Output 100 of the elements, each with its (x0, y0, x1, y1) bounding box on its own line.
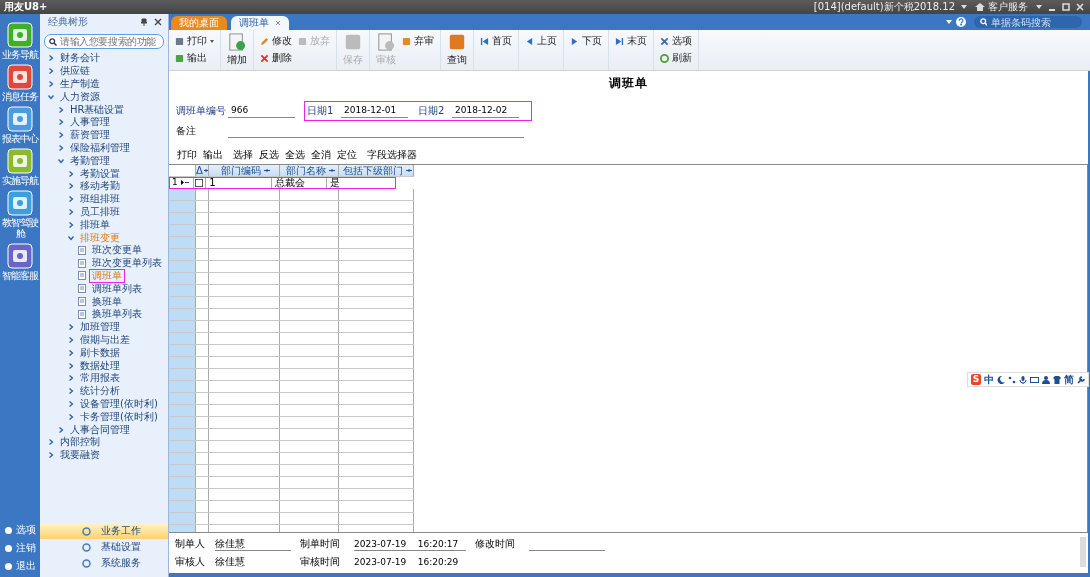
tree-item[interactable]: 换班单 (90, 295, 124, 308)
tree-item[interactable]: 保险福利管理 (68, 141, 132, 154)
toolbar-button[interactable]: 修改 (258, 34, 294, 48)
chevron-right-icon[interactable] (68, 413, 74, 420)
close-icon[interactable] (154, 18, 162, 26)
tree-item[interactable]: 考勤设置 (78, 167, 122, 180)
tree-item[interactable]: 生产制造 (58, 78, 102, 90)
chevron-right-icon[interactable] (48, 68, 54, 75)
toolbar-button[interactable]: 输出 (173, 51, 216, 65)
tree-item[interactable]: 班次变更单列表 (90, 257, 164, 270)
wrench-icon[interactable] (1077, 375, 1085, 384)
tree-item[interactable]: 数据处理 (78, 359, 122, 372)
tree-item[interactable]: 内部控制 (58, 436, 102, 449)
tree-item[interactable]: 常用报表 (78, 372, 122, 385)
chevron-down-icon[interactable] (48, 93, 54, 100)
chevron-right-icon[interactable] (48, 81, 54, 87)
grid-toolbar-button[interactable]: 打印 (174, 148, 200, 162)
moon-icon[interactable] (997, 375, 1005, 384)
grid-toolbar-button[interactable]: 选择 (230, 148, 256, 162)
chevron-right-icon[interactable] (68, 362, 74, 369)
chevron-right-icon[interactable] (48, 452, 54, 459)
chevron-right-icon[interactable] (58, 106, 64, 113)
chevron-right-icon[interactable] (48, 439, 54, 446)
toolbar-button[interactable]: 末页 (613, 34, 649, 48)
help-icon[interactable] (956, 17, 966, 27)
column-header[interactable]: 包括下级部门 (339, 165, 414, 177)
chevron-right-icon[interactable] (68, 336, 74, 343)
ime-logo[interactable]: S (971, 374, 981, 385)
grid-toolbar-button[interactable]: 反选 (256, 148, 282, 162)
keyboard-icon[interactable] (1030, 375, 1039, 384)
toolbar-button[interactable]: 查询 (445, 32, 469, 68)
tree-item[interactable]: 卡务管理(依时利) (78, 410, 160, 423)
nav-label[interactable]: 实施导航 (0, 175, 40, 186)
nav-label[interactable]: 智能客服 (0, 270, 40, 281)
chevron-down-icon[interactable] (68, 234, 74, 241)
tree-item[interactable]: 班组排班 (78, 193, 122, 206)
tree-item[interactable]: 我要融资 (58, 449, 102, 462)
chevron-right-icon[interactable] (68, 221, 74, 228)
chevron-right-icon[interactable] (68, 183, 74, 190)
section-tab[interactable]: 基础设置 (40, 539, 168, 555)
tree-item[interactable]: 排班单 (78, 218, 112, 231)
toolbar-button[interactable]: 上页 (523, 34, 559, 48)
input-mode-button[interactable]: 中 (984, 372, 994, 387)
chevron-right-icon[interactable] (68, 324, 74, 331)
punctuation-icon[interactable] (1008, 375, 1016, 384)
input-field[interactable]: 2018-12-01 (341, 104, 408, 118)
nav-label[interactable]: 消息任务 (0, 91, 40, 102)
tree-item[interactable]: 换班单列表 (90, 308, 144, 321)
barcode-search-field[interactable]: 单据条码搜索 (974, 16, 1082, 28)
toolbar-button[interactable]: 删除 (258, 51, 294, 65)
tree-item[interactable]: 假期与出差 (78, 333, 132, 346)
chevron-right-icon[interactable] (68, 400, 74, 407)
chevron-right-icon[interactable] (68, 349, 74, 356)
tree-item[interactable]: 人力资源 (58, 90, 102, 103)
tree-item[interactable]: 设备管理(依时利) (78, 397, 160, 410)
nav-label[interactable]: 业务导航 (0, 49, 40, 60)
nav-button[interactable]: 选项 (4, 523, 36, 537)
chevron-right-icon[interactable] (58, 426, 64, 433)
tree-item[interactable]: 统计分析 (78, 385, 122, 398)
chevron-right-icon[interactable] (58, 119, 64, 126)
grid-toolbar-button[interactable]: 定位 (334, 148, 360, 162)
tree-item[interactable]: 人事合同管理 (68, 423, 132, 436)
tree-item[interactable]: 员工排班 (78, 205, 122, 218)
nav-label[interactable]: 教智驾驶舱 (0, 217, 40, 239)
checkbox[interactable] (195, 178, 204, 187)
scrollbar[interactable] (1080, 537, 1086, 567)
grid-toolbar-button[interactable]: 全选 (282, 148, 308, 162)
toolbar-button[interactable]: 打印 (173, 34, 216, 48)
grid-toolbar-button[interactable]: 全消 (308, 148, 334, 162)
section-tab[interactable]: 业务工作 (40, 523, 168, 539)
tree-item[interactable]: 财务会计 (58, 52, 102, 65)
chevron-right-icon[interactable] (68, 170, 74, 177)
tree-item[interactable]: HR基础设置 (68, 103, 127, 116)
tree-item[interactable]: 考勤管理 (68, 154, 112, 167)
tab[interactable]: 调班单 (231, 16, 289, 30)
script-mode-button[interactable]: 简 (1064, 372, 1074, 387)
grid-toolbar-button[interactable]: 输出 (200, 148, 226, 162)
toolbar-button[interactable]: 弃审 (400, 34, 436, 48)
chevron-right-icon[interactable] (58, 132, 64, 139)
tree-item[interactable]: 班次变更单 (90, 244, 144, 257)
caret-icon[interactable] (961, 5, 967, 9)
restore-icon[interactable] (1062, 3, 1070, 11)
toolbar-button[interactable]: 选项 (658, 34, 694, 48)
nav-label[interactable]: 报表中心 (0, 133, 40, 144)
tree-item[interactable]: 调班单列表 (90, 282, 144, 295)
input-field[interactable]: 966 (228, 104, 295, 118)
person-icon[interactable] (1042, 375, 1050, 384)
chevron-right-icon[interactable] (58, 144, 64, 151)
tree-item[interactable]: 供应链 (58, 65, 92, 78)
toolbar-button[interactable]: 刷新 (658, 51, 694, 65)
tree-item[interactable]: 薪资管理 (68, 129, 112, 142)
sort-header[interactable]: Δ (196, 165, 209, 177)
nav-button[interactable]: 注销 (4, 541, 36, 555)
chevron-right-icon[interactable] (68, 375, 74, 382)
tree-item[interactable]: 移动考勤 (78, 180, 122, 193)
chevron-down-icon[interactable] (58, 157, 64, 164)
caret-icon[interactable] (1036, 5, 1042, 9)
chevron-right-icon[interactable] (68, 208, 74, 215)
caret-icon[interactable] (946, 20, 952, 24)
section-tab[interactable]: 系统服务 (40, 555, 168, 571)
